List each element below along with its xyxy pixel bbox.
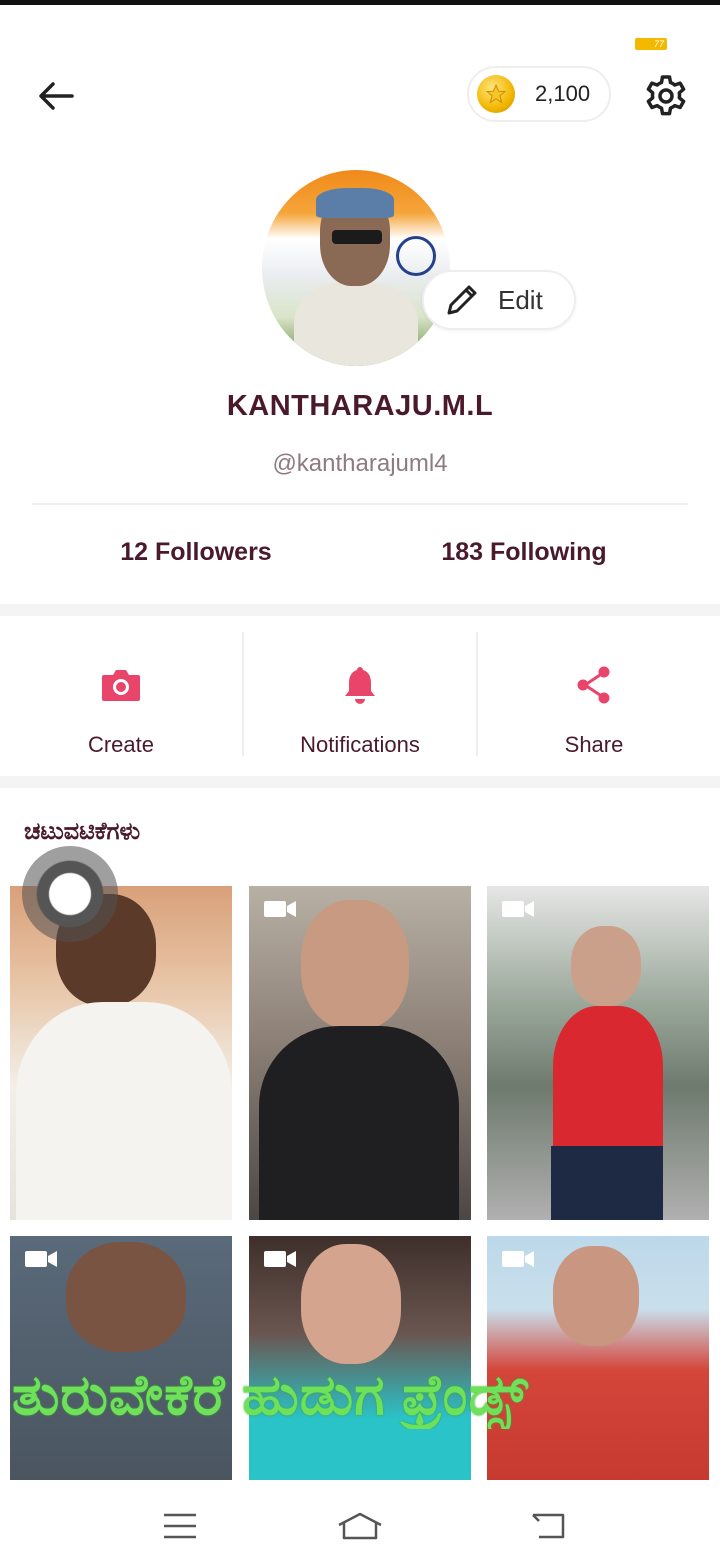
section-gap — [0, 776, 720, 788]
video-tile-3[interactable] — [487, 886, 709, 1220]
back-nav-button[interactable] — [518, 1504, 578, 1548]
tile-figure-head — [301, 900, 409, 1030]
tile-figure-head — [571, 926, 641, 1006]
battery-indicator: 77 — [635, 38, 667, 50]
profile-handle: @kantharajuml4 — [272, 450, 448, 477]
tile-figure-legs — [551, 1146, 663, 1220]
video-tile-6[interactable] — [487, 1236, 709, 1480]
create-button[interactable]: Create — [0, 630, 242, 758]
video-tile-2[interactable] — [249, 886, 471, 1220]
tile-figure-head — [553, 1246, 639, 1346]
notifications-label: Notifications — [300, 732, 420, 757]
system-nav-bar — [0, 1482, 720, 1568]
gear-icon — [646, 75, 686, 116]
tile-figure-body — [553, 1006, 663, 1156]
share-icon — [577, 666, 610, 704]
avatar-figure-sunglasses — [332, 230, 382, 244]
video-camera-icon — [502, 901, 534, 917]
followers-count[interactable]: 12 Followers — [96, 538, 296, 567]
back-nav-icon — [532, 1513, 565, 1539]
recents-button[interactable] — [150, 1504, 210, 1548]
profile-name: KANTHARAJU.M.L — [226, 390, 494, 422]
video-camera-icon — [264, 901, 296, 917]
share-button[interactable]: Share — [478, 630, 710, 758]
flag-chakra — [396, 236, 436, 276]
camera-icon — [102, 670, 140, 701]
home-button[interactable] — [330, 1504, 390, 1548]
status-bar-edge — [0, 0, 720, 5]
touch-indicator — [22, 846, 118, 942]
menu-icon — [164, 1513, 196, 1539]
video-tile-5[interactable] — [249, 1236, 471, 1480]
video-camera-icon — [264, 1251, 296, 1267]
section-gap — [0, 604, 720, 616]
arrow-left-icon — [39, 82, 74, 110]
profile-avatar[interactable] — [262, 170, 450, 366]
pencil-icon — [447, 285, 477, 315]
video-camera-icon — [25, 1251, 57, 1267]
tile-figure-head — [301, 1244, 401, 1364]
back-button[interactable] — [32, 72, 80, 120]
activities-title: ಚಟುವಟಿಕೆಗಳು — [24, 818, 141, 845]
divider — [32, 503, 688, 505]
tile-figure-body — [16, 1002, 232, 1220]
video-tile-4[interactable] — [10, 1236, 232, 1480]
overlay-caption: ತುರುವೇಕೆರೆ ಹುಡುಗ ಫ್ರೆಂಡ್ಸ್ — [12, 1363, 529, 1426]
avatar-figure-body — [294, 282, 418, 366]
edit-label: Edit — [498, 284, 543, 315]
share-label: Share — [564, 732, 624, 757]
video-tile-1[interactable] — [10, 886, 232, 1220]
tile-figure-body — [259, 1026, 459, 1220]
tile-figure-head — [66, 1242, 186, 1352]
coin-count: 2,100 — [535, 81, 591, 106]
video-camera-icon — [502, 1251, 534, 1267]
create-label: Create — [87, 732, 155, 757]
bell-icon — [345, 667, 375, 704]
home-icon — [338, 1512, 382, 1540]
coin-icon — [477, 75, 515, 113]
notifications-button[interactable]: Notifications — [244, 630, 476, 758]
edit-profile-button[interactable]: Edit — [422, 270, 576, 330]
following-count[interactable]: 183 Following — [414, 538, 634, 567]
avatar-figure-cap — [316, 188, 394, 218]
settings-button[interactable] — [640, 70, 692, 122]
coin-balance[interactable]: 2,100 — [467, 66, 611, 122]
